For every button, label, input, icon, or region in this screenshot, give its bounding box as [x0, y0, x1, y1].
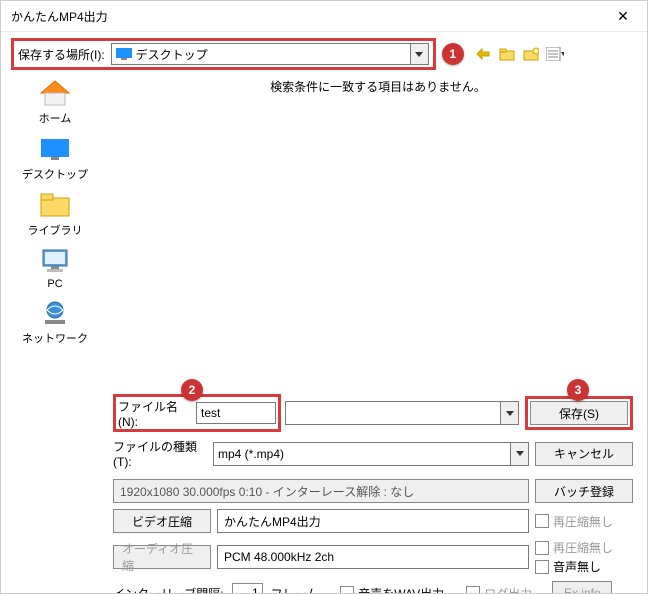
- checkbox-icon: [466, 586, 480, 594]
- place-label: ライブラリ: [28, 222, 83, 238]
- filename-combo-ext[interactable]: [285, 401, 519, 425]
- interleave-unit: フレーム: [271, 585, 319, 594]
- checkbox-icon: [535, 560, 549, 574]
- interleave-label: インターリーブ間隔:: [113, 585, 224, 594]
- empty-message: 検索条件に一致する項目はありません。: [270, 80, 486, 94]
- checkbox-icon: [535, 541, 549, 555]
- save-button-highlight: 保存(S): [525, 396, 633, 430]
- save-location-label: 保存する場所(I):: [18, 46, 105, 63]
- checkbox-icon: [340, 586, 354, 594]
- up-folder-icon[interactable]: [498, 45, 516, 63]
- libraries-icon: [37, 190, 73, 220]
- audio-codec: PCM 48.000kHz 2ch: [217, 545, 529, 569]
- place-label: ネットワーク: [22, 330, 88, 346]
- body-area: ホーム デスクトップ ライブラリ PC ネットワーク 検索条件に一致する項目はあ…: [1, 74, 647, 394]
- chevron-down-icon[interactable]: [410, 44, 428, 64]
- batch-button[interactable]: バッチ登録: [535, 479, 633, 503]
- toolbar-icons: [474, 45, 564, 63]
- back-icon[interactable]: [474, 45, 492, 63]
- new-folder-icon[interactable]: [522, 45, 540, 63]
- place-network[interactable]: ネットワーク: [15, 298, 95, 346]
- audio-compress-button: オーディオ圧縮: [113, 545, 211, 569]
- pc-icon: [37, 246, 73, 276]
- save-location-value: デスクトップ: [136, 46, 208, 63]
- interleave-input[interactable]: 1: [232, 583, 263, 594]
- place-label: デスクトップ: [22, 166, 88, 182]
- filename-label: ファイル名(N):: [118, 398, 192, 429]
- dialog-window: かんたんMP4出力 ✕ 保存する場所(I): デスクトップ 1 ホーム: [0, 0, 648, 594]
- network-icon: [37, 298, 73, 328]
- save-location-highlight: 保存する場所(I): デスクトップ: [11, 38, 436, 70]
- window-title: かんたんMP4出力: [11, 8, 609, 25]
- wav-output-check[interactable]: 音声をWAV出力: [340, 585, 444, 594]
- video-info: 1920x1080 30.000fps 0:10 - インターレース解除 : な…: [113, 479, 529, 503]
- video-codec: かんたんMP4出力: [217, 509, 529, 533]
- view-menu-icon[interactable]: [546, 45, 564, 63]
- audio-recompress-check: 再圧縮無し: [535, 539, 633, 556]
- desktop-icon: [116, 48, 132, 60]
- chevron-down-icon[interactable]: [500, 402, 518, 424]
- checkbox-icon: [535, 514, 549, 528]
- save-location-row: 保存する場所(I): デスクトップ 1: [1, 32, 647, 74]
- titlebar: かんたんMP4出力 ✕: [1, 1, 647, 32]
- place-label: ホーム: [39, 110, 72, 126]
- place-home[interactable]: ホーム: [15, 78, 95, 126]
- no-audio-check[interactable]: 音声無し: [535, 558, 633, 575]
- places-sidebar: ホーム デスクトップ ライブラリ PC ネットワーク: [1, 74, 109, 394]
- annotation-3: 3: [567, 379, 589, 401]
- lower-panel: ファイル名(N): test 保存(S) ファイルの種類(T): mp4 (*.…: [1, 394, 647, 594]
- annotation-1: 1: [442, 43, 464, 65]
- close-icon[interactable]: ✕: [609, 2, 637, 30]
- chevron-down-icon[interactable]: [510, 443, 528, 465]
- place-libraries[interactable]: ライブラリ: [15, 190, 95, 238]
- place-label: PC: [47, 278, 62, 290]
- filetype-label: ファイルの種類(T):: [113, 438, 207, 469]
- home-icon: [37, 78, 73, 108]
- save-location-select[interactable]: デスクトップ: [111, 43, 429, 65]
- file-list[interactable]: 検索条件に一致する項目はありません。: [109, 74, 647, 394]
- video-compress-button[interactable]: ビデオ圧縮: [113, 509, 211, 533]
- annotation-2: 2: [181, 379, 203, 401]
- place-pc[interactable]: PC: [15, 246, 95, 290]
- cancel-button[interactable]: キャンセル: [535, 442, 633, 466]
- filetype-select[interactable]: mp4 (*.mp4): [213, 442, 529, 466]
- desktop-place-icon: [37, 134, 73, 164]
- place-desktop[interactable]: デスクトップ: [15, 134, 95, 182]
- filename-input[interactable]: test: [196, 402, 276, 424]
- save-button[interactable]: 保存(S): [530, 401, 628, 425]
- video-recompress-check: 再圧縮無し: [535, 513, 633, 530]
- exinfo-button[interactable]: Ex.info: [552, 581, 612, 594]
- log-output-check: ログ出力: [466, 585, 532, 594]
